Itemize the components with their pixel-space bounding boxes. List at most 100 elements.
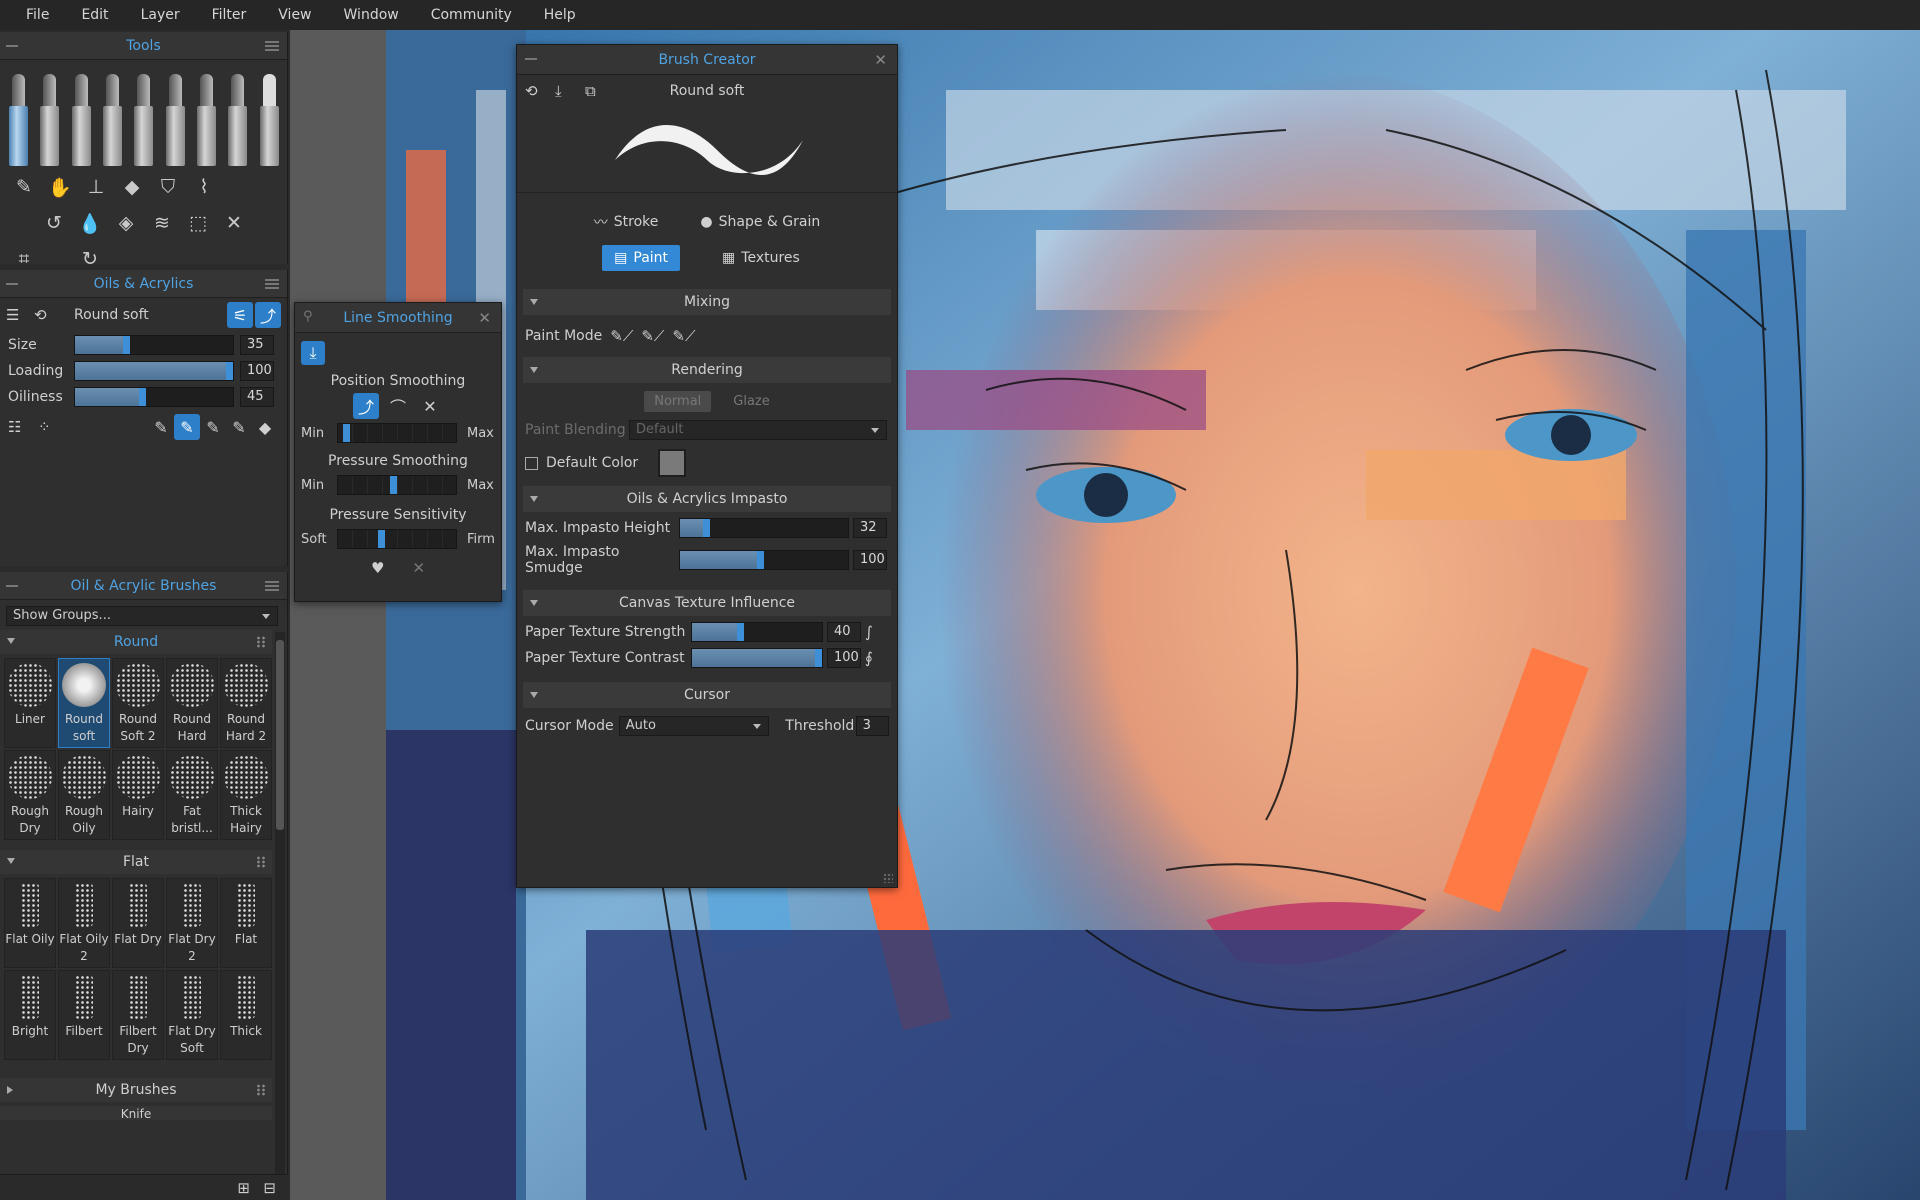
paint-mode-3-icon[interactable]: ✎ xyxy=(200,414,226,440)
render-normal-button[interactable]: Normal xyxy=(644,391,712,412)
line-smoothing-button[interactable]: ⤴ xyxy=(255,302,281,328)
pressure-sensitivity-slider[interactable] xyxy=(337,529,457,549)
blend-icon[interactable]: ✋ xyxy=(42,172,78,202)
clear-smoothing-icon[interactable]: ✕ xyxy=(417,393,443,419)
charcoal-tool[interactable] xyxy=(223,66,251,166)
size-value[interactable]: 35 xyxy=(240,335,274,355)
menu-edit[interactable]: Edit xyxy=(65,0,124,30)
paint-mode-dry-icon[interactable]: ✎⟋ xyxy=(641,327,664,345)
paint-mode-1-icon[interactable]: ✎ xyxy=(148,414,174,440)
brush-preset[interactable]: Round Hard xyxy=(166,658,218,748)
cursor-mode-dropdown[interactable]: Auto xyxy=(618,716,770,736)
paint-blending-dropdown[interactable]: Default xyxy=(629,420,887,440)
oiliness-value[interactable]: 45 xyxy=(240,387,274,407)
menu-layer[interactable]: Layer xyxy=(125,0,196,30)
resize-grip-icon[interactable] xyxy=(883,873,893,883)
brush-preset[interactable]: Flat Dry Soft xyxy=(166,970,218,1060)
brush-preset[interactable]: Flat Dry xyxy=(112,878,164,968)
menu-help[interactable]: Help xyxy=(528,0,592,30)
tab-textures[interactable]: ▦ Textures xyxy=(710,245,812,271)
drag-handle-icon[interactable] xyxy=(256,856,266,868)
impasto-smudge-value[interactable]: 100 xyxy=(853,550,887,570)
pencil-tool[interactable] xyxy=(98,66,126,166)
eyedropper-icon[interactable]: ⌇ xyxy=(186,172,222,202)
loading-value[interactable]: 100 xyxy=(240,361,274,381)
pressure-curve-icon[interactable]: ∫ xyxy=(865,623,873,641)
group-header-flat[interactable]: Flat xyxy=(0,850,272,874)
default-color-swatch[interactable] xyxy=(658,449,686,477)
brush-options-button[interactable]: ⚟ xyxy=(227,302,253,328)
menu-window[interactable]: Window xyxy=(328,0,415,30)
brush-preset[interactable]: Flat Dry 2 xyxy=(166,878,218,968)
pressure-curve-off-icon[interactable]: ∮ xyxy=(865,649,873,667)
brush-preset[interactable]: Rough Dry xyxy=(4,750,56,840)
remove-brush-icon[interactable]: ⊟ xyxy=(263,1179,276,1197)
eraser-icon[interactable]: ◆ xyxy=(114,172,150,202)
menu-filter[interactable]: Filter xyxy=(196,0,263,30)
stamp-icon[interactable]: ⊥ xyxy=(78,172,114,202)
save-preset-icon[interactable]: ⤓ xyxy=(301,341,325,365)
reset-brush-icon[interactable]: ⟲ xyxy=(34,306,74,324)
curve-points-icon[interactable]: ⌒ xyxy=(385,393,411,419)
pastel-tool[interactable] xyxy=(129,66,157,166)
close-icon[interactable]: ✕ xyxy=(478,309,491,327)
size-slider[interactable] xyxy=(74,335,234,355)
impasto-height-value[interactable]: 32 xyxy=(853,518,887,538)
oils-panel-header[interactable]: Oils & Acrylics xyxy=(0,270,287,298)
smooth-curve-icon[interactable]: ⤴ xyxy=(353,393,379,419)
group-header-round[interactable]: Round xyxy=(0,630,272,654)
reset-brush-icon[interactable]: ⟲ xyxy=(525,82,555,100)
brush-preset[interactable]: Filbert xyxy=(58,970,110,1060)
favorites-tool[interactable] xyxy=(255,66,283,166)
brush-preset[interactable]: Fat bristl... xyxy=(166,750,218,840)
impasto-height-slider[interactable] xyxy=(679,518,849,538)
transform-icon[interactable]: ✕ xyxy=(216,208,252,238)
brush-preset[interactable]: Liner xyxy=(4,658,56,748)
brush-preset[interactable]: Round Hard 2 xyxy=(220,658,272,748)
brush-preset[interactable]: Thick xyxy=(220,970,272,1060)
line-smoothing-header[interactable]: ⚲ Line Smoothing ✕ xyxy=(295,303,501,333)
section-impasto[interactable]: Oils & Acrylics Impasto xyxy=(523,486,891,512)
default-color-checkbox[interactable] xyxy=(525,456,538,470)
slider-knob[interactable] xyxy=(703,519,711,537)
panel-menu-icon[interactable] xyxy=(265,41,279,51)
brush-creator-header[interactable]: Brush Creator ✕ xyxy=(517,45,897,75)
render-glaze-button[interactable]: Glaze xyxy=(733,394,769,409)
paint-mode-4-icon[interactable]: ✎ xyxy=(226,414,252,440)
collapse-icon[interactable] xyxy=(6,585,18,587)
paper-contrast-slider[interactable] xyxy=(691,648,823,668)
slider-knob[interactable] xyxy=(390,476,397,494)
show-groups-dropdown[interactable]: Show Groups... xyxy=(6,606,278,626)
section-mixing[interactable]: Mixing xyxy=(523,289,891,315)
oiliness-slider[interactable] xyxy=(74,387,234,407)
menu-community[interactable]: Community xyxy=(415,0,528,30)
pattern-icon[interactable]: ◈ xyxy=(108,208,144,238)
paint-mode-wet-icon[interactable]: ✎⟋ xyxy=(610,327,633,345)
favorite-heart-icon[interactable]: ♥ xyxy=(371,559,384,577)
impasto-smudge-slider[interactable] xyxy=(679,550,849,570)
panel-menu-icon[interactable] xyxy=(265,581,279,591)
eraser-mode-icon[interactable]: ◆ xyxy=(252,414,278,440)
brush-preset[interactable]: Flat xyxy=(220,878,272,968)
oil-brush-tool[interactable] xyxy=(4,66,32,166)
loading-slider[interactable] xyxy=(74,361,234,381)
scrollbar-thumb[interactable] xyxy=(276,640,284,830)
menu-view[interactable]: View xyxy=(262,0,327,30)
tab-shape-grain[interactable]: ● Shape & Grain xyxy=(688,209,832,235)
brush-preset[interactable]: Hairy xyxy=(112,750,164,840)
paper-strength-value[interactable]: 40 xyxy=(827,622,861,642)
section-cursor[interactable]: Cursor xyxy=(523,682,891,708)
close-icon[interactable]: ✕ xyxy=(874,51,887,69)
slider-knob[interactable] xyxy=(342,424,350,442)
smudge-icon[interactable]: ≋ xyxy=(144,208,180,238)
tab-stroke[interactable]: 〰 Stroke xyxy=(582,209,671,235)
paint-mode-2-icon[interactable]: ✎ xyxy=(174,414,200,440)
duplicate-brush-icon[interactable]: ⧉ xyxy=(585,82,615,100)
selection-icon[interactable]: ⬚ xyxy=(180,208,216,238)
brush-preset[interactable]: Bright xyxy=(4,970,56,1060)
pencil-icon[interactable]: ✎ xyxy=(6,172,42,202)
water-drop-icon[interactable]: 💧 xyxy=(72,208,108,238)
brushes-scrollbar[interactable] xyxy=(275,632,285,1192)
slider-knob[interactable] xyxy=(226,362,233,380)
watercolor-brush-tool[interactable] xyxy=(35,66,63,166)
